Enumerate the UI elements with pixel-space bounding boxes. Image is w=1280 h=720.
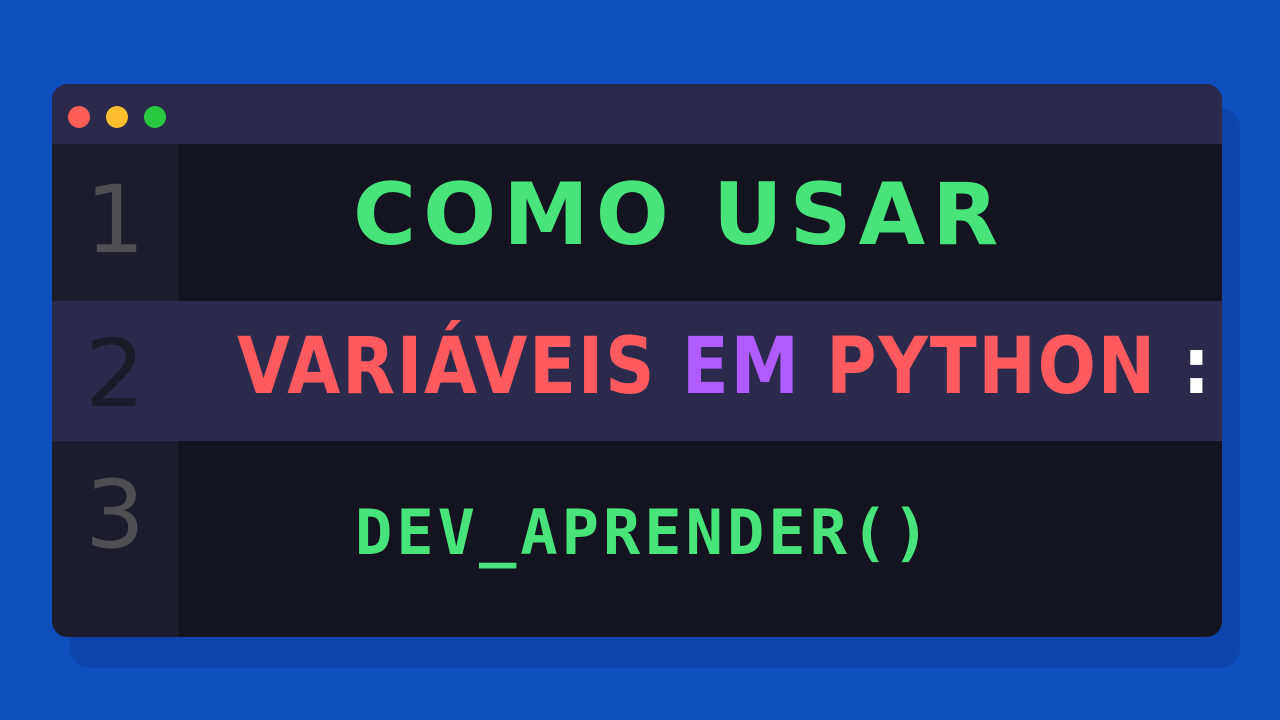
code-line-1: 1 COMO USAR: [52, 144, 1222, 301]
title-line-3: DEV_APRENDER(): [355, 496, 934, 569]
line-number-3: 3: [85, 461, 145, 570]
line-number-2: 2: [85, 320, 145, 429]
word-variaveis: VARIÁVEIS: [237, 322, 682, 412]
title-line-2: VARIÁVEIS EM PYTHON :: [237, 328, 1212, 406]
title-line-1: COMO USAR: [353, 165, 1006, 265]
window-titlebar: [52, 84, 1222, 144]
code-line-2: 2 VARIÁVEIS EM PYTHON :: [52, 301, 1222, 441]
line-number-1: 1: [85, 166, 145, 275]
maximize-button[interactable]: [144, 106, 166, 128]
word-python: PYTHON: [826, 322, 1183, 412]
colon-symbol: :: [1182, 322, 1212, 412]
minimize-button[interactable]: [106, 106, 128, 128]
close-button[interactable]: [68, 106, 90, 128]
code-line-3: 3 DEV_APRENDER(): [52, 441, 1222, 637]
word-em: EM: [681, 322, 827, 412]
code-editor-window: 1 COMO USAR 2 VARIÁVEIS EM PYTHON : 3 DE…: [52, 84, 1222, 637]
